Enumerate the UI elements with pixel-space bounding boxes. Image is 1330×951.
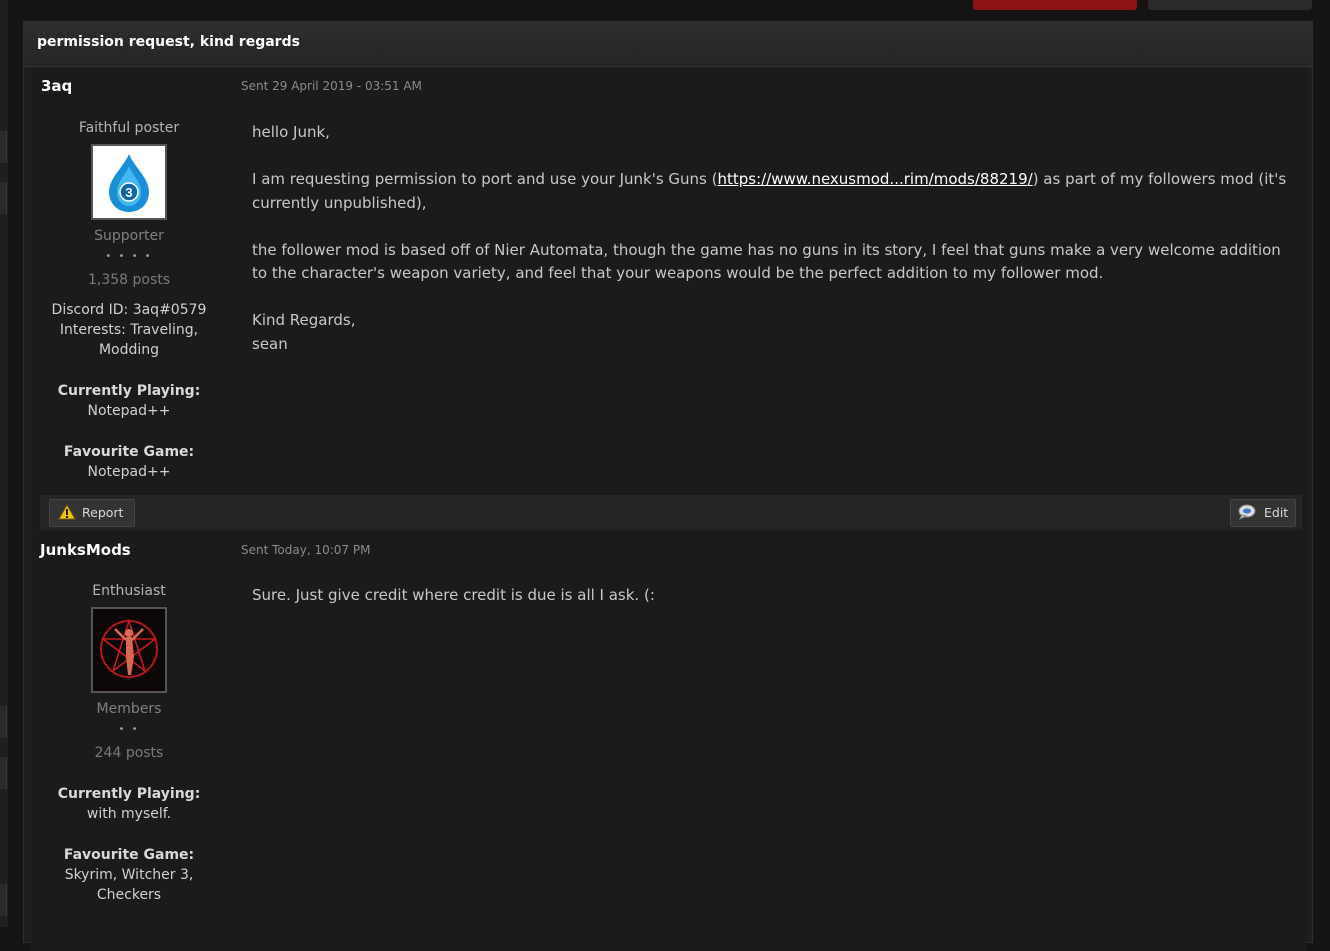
svg-text:3: 3 bbox=[125, 185, 132, 200]
left-rail bbox=[0, 0, 8, 927]
currently-playing-value: Notepad++ bbox=[87, 403, 171, 419]
post-count: 1,358 posts bbox=[87, 272, 171, 288]
body-text-segment: I am requesting permission to port and u… bbox=[252, 170, 718, 188]
edit-label: Edit bbox=[1264, 505, 1289, 520]
currently-playing-value: with myself. bbox=[86, 806, 172, 822]
conversation-title: permission request, kind regards bbox=[37, 34, 300, 50]
currently-playing-label: Currently Playing: bbox=[57, 786, 201, 802]
pentagram-figure-avatar-icon[interactable] bbox=[91, 607, 167, 693]
post-date: Sent 29 April 2019 - 03:51 AM bbox=[241, 79, 422, 93]
mod-link[interactable]: https://www.nexusmod...rim/mods/88219/ bbox=[717, 170, 1032, 188]
top-action-button[interactable] bbox=[973, 0, 1137, 10]
report-button[interactable]: Report bbox=[49, 499, 135, 527]
member-group: Supporter bbox=[94, 228, 164, 244]
favourite-game-label: Favourite Game: bbox=[63, 444, 195, 460]
body-paragraph: the follower mod is based off of Nier Au… bbox=[252, 240, 1281, 283]
member-group: Members bbox=[96, 701, 162, 717]
post-count: 244 posts bbox=[94, 745, 164, 761]
water-drop-avatar-icon[interactable]: 3 bbox=[91, 144, 167, 220]
author-name[interactable]: 3aq bbox=[41, 77, 72, 95]
edit-button[interactable]: Edit bbox=[1230, 499, 1296, 527]
author-info: Enthusiast Members • • 244 posts Current… bbox=[31, 581, 227, 905]
body-closing: Kind Regards, bbox=[252, 311, 356, 329]
rail-tab[interactable] bbox=[0, 706, 7, 738]
conversation-header: permission request, kind regards bbox=[24, 22, 1312, 67]
profile-fields: Discord ID: 3aq#0579 Interests: Travelin… bbox=[31, 300, 227, 360]
warning-icon bbox=[58, 504, 76, 520]
favourite-game-value: Skyrim, Witcher 3, bbox=[64, 867, 194, 883]
post-controls: Report Edit bbox=[40, 495, 1302, 529]
body-paragraph: I am requesting permission to port and u… bbox=[252, 168, 1292, 215]
favourite-game-label: Favourite Game: bbox=[63, 847, 195, 863]
rank-pips: • • • • bbox=[105, 251, 153, 262]
favourite-game-value-cont: Checkers bbox=[96, 887, 162, 903]
body-greeting: hello Junk, bbox=[252, 123, 330, 141]
message-post: JunksMods Sent Today, 10:07 PM Enthusias… bbox=[31, 531, 1307, 951]
member-title: Enthusiast bbox=[92, 583, 166, 599]
speech-bubble-icon bbox=[1238, 504, 1256, 520]
discord-id: Discord ID: 3aq#0579 bbox=[51, 302, 207, 318]
favourite-game-value: Notepad++ bbox=[87, 464, 171, 480]
currently-playing-label: Currently Playing: bbox=[57, 383, 201, 399]
post-date: Sent Today, 10:07 PM bbox=[241, 543, 371, 557]
rail-tab[interactable] bbox=[0, 131, 7, 163]
author-info: Faithful poster 3 Supporter • • • • 1,35… bbox=[31, 118, 227, 482]
rank-pips: • • bbox=[118, 724, 140, 735]
post-body: hello Junk, I am requesting permission t… bbox=[252, 121, 1292, 380]
message-post: 3aq Sent 29 April 2019 - 03:51 AM Faithf… bbox=[31, 67, 1307, 529]
conversation-panel: permission request, kind regards 3aq Sen… bbox=[23, 21, 1313, 951]
post-body: Sure. Just give credit where credit is d… bbox=[252, 584, 1292, 631]
interests: Interests: Traveling, bbox=[59, 322, 199, 338]
report-label: Report bbox=[82, 505, 124, 520]
body-paragraph: Sure. Just give credit where credit is d… bbox=[252, 586, 655, 604]
top-secondary-button[interactable] bbox=[1148, 0, 1312, 10]
rail-tab[interactable] bbox=[0, 884, 7, 916]
rail-tab[interactable] bbox=[0, 757, 7, 789]
interests-cont: Modding bbox=[98, 342, 160, 358]
author-name[interactable]: JunksMods bbox=[40, 541, 131, 559]
body-signature: sean bbox=[252, 334, 288, 353]
member-title: Faithful poster bbox=[78, 120, 180, 136]
rail-tab[interactable] bbox=[0, 182, 7, 214]
